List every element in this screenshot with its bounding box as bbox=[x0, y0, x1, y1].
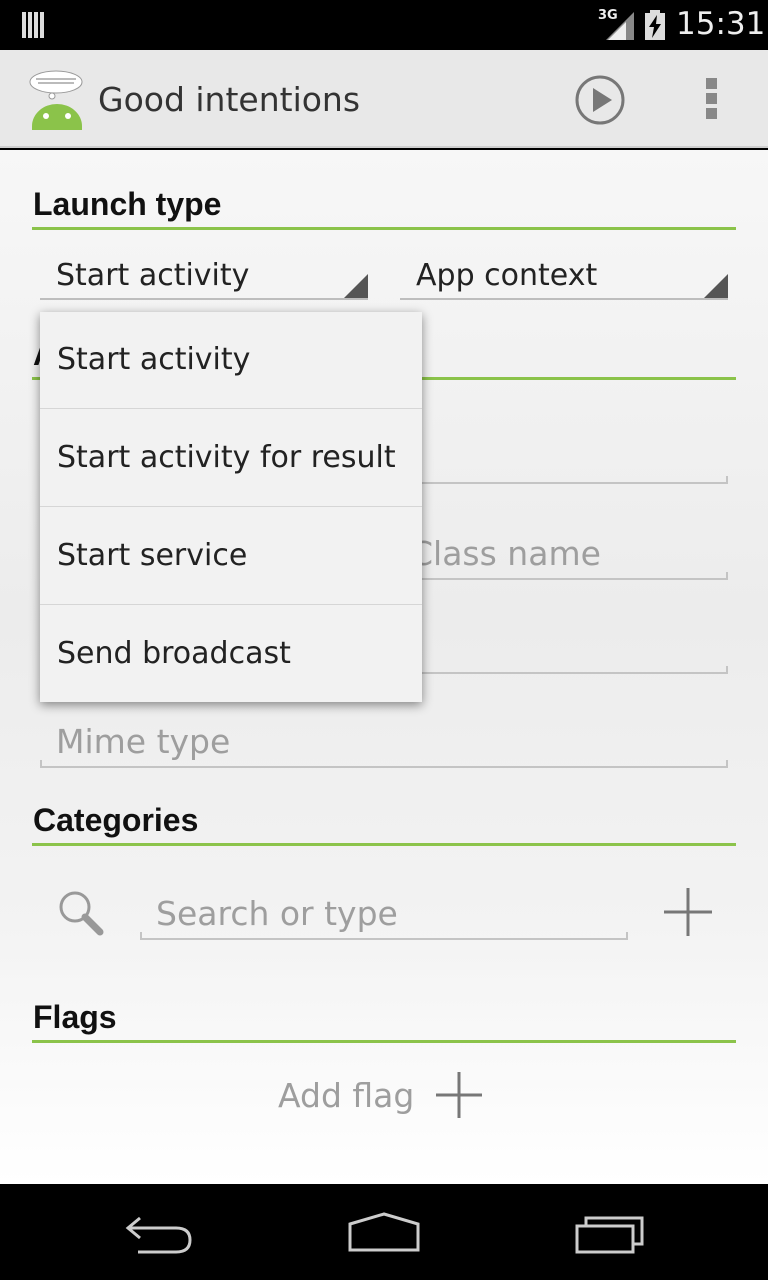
app-icon[interactable] bbox=[26, 70, 88, 130]
class-name-placeholder: Class name bbox=[410, 534, 601, 573]
categories-divider bbox=[32, 843, 736, 846]
add-flag-button[interactable]: Add flag bbox=[270, 1070, 500, 1130]
home-icon[interactable] bbox=[346, 1210, 422, 1254]
play-circle-icon[interactable] bbox=[574, 74, 626, 126]
context-spinner[interactable]: App context bbox=[400, 250, 728, 300]
dropdown-item-label: Start activity bbox=[57, 342, 251, 377]
action-bar: Good intentions bbox=[0, 50, 768, 148]
signal-icon bbox=[606, 12, 634, 40]
spinner-arrow-icon bbox=[344, 274, 368, 298]
launch-type-divider bbox=[32, 227, 736, 230]
categories-title: Categories bbox=[33, 802, 199, 838]
dropdown-item-start-activity-for-result[interactable]: Start activity for result bbox=[40, 410, 422, 507]
category-search-input[interactable]: Search or type bbox=[140, 890, 628, 940]
launch-type-title: Launch type bbox=[33, 186, 222, 222]
barcode-notification-icon bbox=[22, 12, 48, 38]
dropdown-item-start-activity[interactable]: Start activity bbox=[40, 312, 422, 409]
launch-type-dropdown: Start activity Start activity for result… bbox=[40, 312, 422, 702]
spinner-arrow-icon bbox=[704, 274, 728, 298]
dropdown-item-start-service[interactable]: Start service bbox=[40, 508, 422, 605]
mime-type-placeholder: Mime type bbox=[56, 722, 231, 761]
launch-type-spinner[interactable]: Start activity bbox=[40, 250, 368, 300]
dropdown-item-send-broadcast[interactable]: Send broadcast bbox=[40, 606, 422, 703]
context-value: App context bbox=[416, 258, 598, 293]
recent-apps-icon[interactable] bbox=[574, 1214, 646, 1254]
add-flag-label: Add flag bbox=[278, 1076, 415, 1115]
dropdown-item-label: Send broadcast bbox=[57, 636, 291, 671]
mime-type-field[interactable]: Mime type bbox=[40, 718, 728, 768]
add-category-icon[interactable] bbox=[662, 886, 714, 938]
category-search-placeholder: Search or type bbox=[156, 894, 398, 933]
launch-type-value: Start activity bbox=[56, 258, 250, 293]
search-icon bbox=[59, 891, 104, 936]
dropdown-item-label: Start activity for result bbox=[57, 440, 396, 475]
navigation-bar bbox=[0, 1184, 768, 1280]
flags-divider bbox=[32, 1040, 736, 1043]
app-title: Good intentions bbox=[98, 80, 361, 119]
status-bar: 3G 15:31 bbox=[0, 0, 768, 50]
clock: 15:31 bbox=[676, 6, 766, 42]
flags-title: Flags bbox=[33, 999, 117, 1035]
overflow-menu-icon[interactable] bbox=[706, 78, 718, 120]
back-icon[interactable] bbox=[124, 1210, 196, 1254]
plus-icon bbox=[436, 1072, 482, 1118]
dropdown-item-label: Start service bbox=[57, 538, 248, 573]
battery-charging-icon bbox=[645, 10, 665, 40]
